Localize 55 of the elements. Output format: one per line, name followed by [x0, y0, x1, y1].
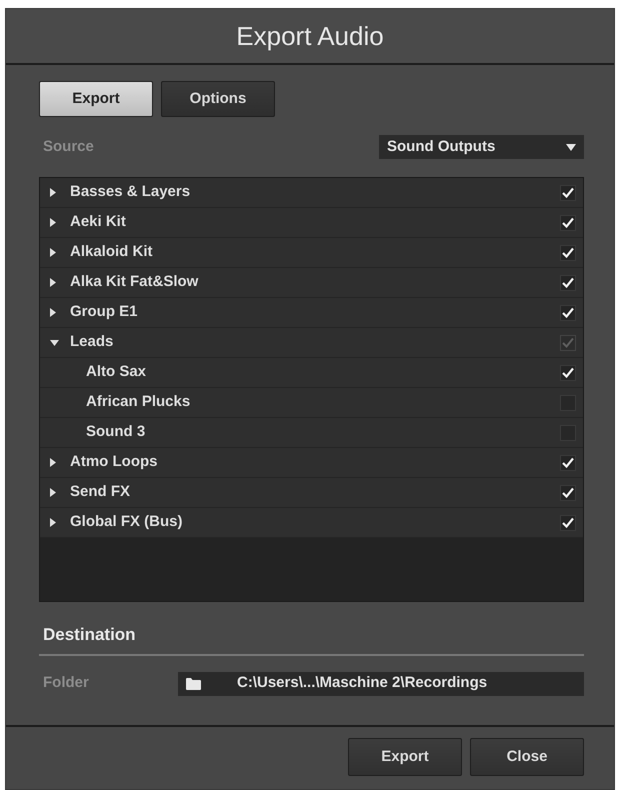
row-label: Aeki Kit [70, 212, 126, 232]
section-heading: Destination [42, 624, 137, 646]
row-label: Basses & Layers [70, 182, 190, 202]
collapsed-caret-icon[interactable] [50, 218, 56, 227]
folder-label: Folder [42, 673, 90, 694]
source-label: Source [42, 136, 94, 157]
tree-row[interactable]: Aeki Kit [40, 208, 583, 238]
window-title: Export Audio [236, 20, 384, 52]
checkbox[interactable] [560, 484, 576, 500]
source-dropdown[interactable]: Sound Outputs [379, 135, 584, 159]
checkbox[interactable] [560, 244, 576, 260]
row-label: Alkaloid Kit [70, 242, 153, 262]
collapsed-caret-icon[interactable] [50, 308, 56, 317]
tree-row[interactable]: Alkaloid Kit [40, 238, 583, 268]
tree-row[interactable]: Send FX [40, 478, 583, 508]
tree-row[interactable]: Alto Sax [40, 358, 583, 388]
row-label: Alto Sax [86, 362, 146, 382]
tree-row[interactable]: African Plucks [40, 388, 583, 418]
dropdown-caret-icon [566, 144, 576, 150]
checkbox[interactable] [560, 214, 576, 230]
tree-row[interactable]: Alka Kit Fat&Slow [40, 268, 583, 298]
collapsed-caret-icon[interactable] [50, 488, 56, 497]
collapsed-caret-icon[interactable] [50, 518, 56, 527]
checkbox[interactable] [560, 364, 576, 380]
row-label: African Plucks [86, 392, 190, 412]
checkbox[interactable] [560, 184, 576, 200]
row-label: Atmo Loops [70, 452, 158, 472]
collapsed-caret-icon[interactable] [50, 248, 56, 257]
collapsed-caret-icon[interactable] [50, 458, 56, 467]
tree-row[interactable]: Leads [40, 328, 583, 358]
tree-row[interactable]: Atmo Loops [40, 448, 583, 478]
checkbox[interactable] [560, 514, 576, 530]
dialog-button[interactable]: Close [470, 738, 584, 776]
row-label: Global FX (Bus) [70, 512, 182, 532]
folder-icon [186, 678, 201, 690]
tree-row[interactable]: Basses & Layers [40, 178, 583, 208]
row-label: Group E1 [70, 302, 138, 322]
tree-row[interactable]: Group E1 [40, 298, 583, 328]
checkbox[interactable] [560, 274, 576, 290]
expanded-caret-icon[interactable] [50, 340, 59, 346]
folder-path-field[interactable]: C:\Users\...\Maschine 2\Recordings [178, 672, 584, 696]
collapsed-caret-icon[interactable] [50, 188, 56, 197]
row-label: Send FX [70, 482, 130, 502]
tree-row[interactable]: Sound 3 [40, 418, 583, 448]
row-label: Leads [70, 332, 114, 352]
checkbox[interactable] [560, 304, 576, 320]
dialog-button[interactable]: Export [348, 738, 462, 776]
tab[interactable]: Options [161, 81, 275, 117]
checkbox[interactable] [560, 454, 576, 470]
row-label: Alka Kit Fat&Slow [70, 272, 198, 292]
tree-row[interactable]: Global FX (Bus) [40, 508, 583, 538]
checkbox[interactable] [560, 334, 576, 350]
tab[interactable]: Export [39, 81, 153, 117]
row-label: Sound 3 [86, 422, 146, 442]
collapsed-caret-icon[interactable] [50, 278, 56, 287]
